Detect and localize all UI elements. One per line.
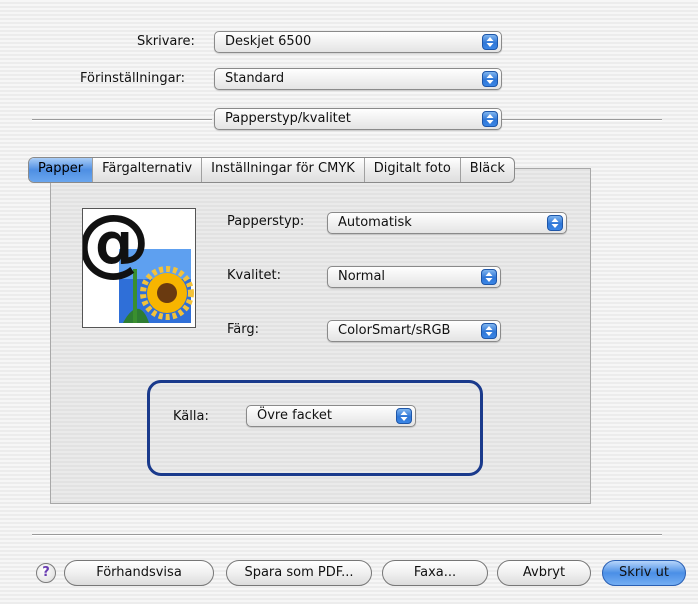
separator-left (32, 119, 212, 121)
presets-value: Standard (225, 71, 285, 86)
source-value: Övre facket (257, 408, 332, 423)
up-down-arrows-icon (481, 323, 497, 339)
tab-fargalternativ[interactable]: Färgalternativ (93, 158, 203, 182)
color-popup[interactable]: ColorSmart/sRGB (327, 320, 501, 342)
quality-value: Normal (338, 269, 386, 284)
section-popup[interactable]: Papperstyp/kvalitet (214, 108, 502, 130)
print-button[interactable]: Skriv ut (602, 560, 686, 586)
source-label: Källa: (173, 409, 209, 424)
paper-type-popup[interactable]: Automatisk (327, 212, 567, 234)
source-popup[interactable]: Övre facket (246, 405, 416, 427)
separator-right (502, 119, 662, 121)
quality-popup[interactable]: Normal (327, 266, 501, 288)
tab-papper[interactable]: Papper (29, 158, 94, 182)
paper-type-value: Automatisk (338, 215, 412, 230)
fax-button[interactable]: Faxa... (382, 560, 488, 586)
color-value: ColorSmart/sRGB (338, 323, 451, 338)
paper-type-label: Papperstyp: (227, 214, 305, 229)
presets-label: Förinställningar: (80, 71, 186, 86)
up-down-arrows-icon (482, 111, 498, 127)
save-pdf-button[interactable]: Spara som PDF... (226, 560, 372, 586)
quality-label: Kvalitet: (227, 268, 281, 283)
section-value: Papperstyp/kvalitet (225, 111, 351, 126)
help-button[interactable]: ? (36, 563, 56, 583)
printer-value: Deskjet 6500 (225, 34, 312, 49)
up-down-arrows-icon (396, 408, 412, 424)
printer-label: Skrivare: (137, 34, 195, 49)
paper-preview-image: @ (82, 208, 196, 328)
cancel-button[interactable]: Avbryt (497, 560, 591, 586)
tab-black[interactable]: Bläck (461, 158, 514, 182)
presets-popup[interactable]: Standard (214, 68, 502, 90)
up-down-arrows-icon (482, 34, 498, 50)
svg-text:@: @ (83, 209, 150, 285)
up-down-arrows-icon (547, 215, 563, 231)
up-down-arrows-icon (482, 71, 498, 87)
tab-digitalt-foto[interactable]: Digitalt foto (365, 158, 461, 182)
source-highlight (147, 380, 483, 476)
printer-popup[interactable]: Deskjet 6500 (214, 31, 502, 53)
preview-button[interactable]: Förhandsvisa (64, 560, 214, 586)
tab-bar: Papper Färgalternativ Inställningar för … (28, 157, 515, 183)
bottom-separator (32, 534, 662, 536)
tab-cmyk[interactable]: Inställningar för CMYK (202, 158, 365, 182)
color-label: Färg: (227, 322, 259, 337)
up-down-arrows-icon (481, 269, 497, 285)
